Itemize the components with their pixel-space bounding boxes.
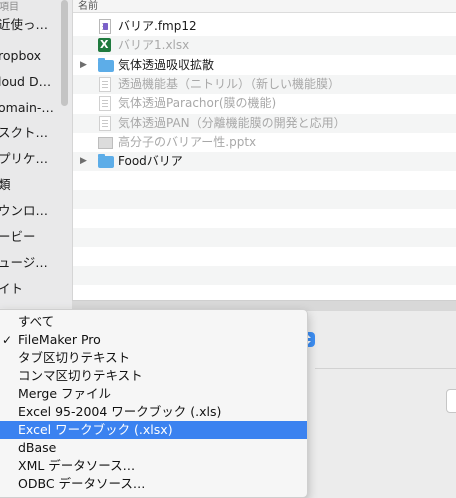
menu-item-all[interactable]: すべて bbox=[0, 313, 307, 331]
separator bbox=[315, 368, 456, 369]
file-type-dropdown-menu: すべて ✓ FileMaker Pro タブ区切りテキスト コンマ区切りテキスト… bbox=[0, 309, 308, 498]
menu-item-excel-xls[interactable]: Excel 95-2004 ワークブック (.xls) bbox=[0, 403, 307, 421]
file-row[interactable]: バリア.fmp12 bbox=[73, 17, 456, 36]
file-row[interactable]: 気体透過Parachor(膜の機能) bbox=[73, 94, 456, 113]
file-name: 気体透過Parachor(膜の機能) bbox=[118, 96, 277, 110]
menu-item-tab-separated[interactable]: タブ区切りテキスト bbox=[0, 349, 307, 367]
folder-icon bbox=[98, 154, 114, 168]
empty-row bbox=[73, 190, 456, 209]
menu-item-excel-xlsx[interactable]: Excel ワークブック (.xlsx) bbox=[0, 421, 307, 439]
sidebar-item-music[interactable]: ュージ… bbox=[0, 254, 48, 272]
document-icon bbox=[99, 96, 111, 111]
menu-item-xml-datasource[interactable]: XML データソース… bbox=[0, 457, 307, 475]
menu-item-label: dBase bbox=[18, 440, 57, 455]
menu-item-label: すべて bbox=[18, 314, 55, 329]
powerpoint-icon bbox=[98, 137, 113, 149]
empty-row bbox=[73, 171, 456, 190]
folder-row[interactable]: ▶ Foodバリア bbox=[73, 152, 456, 171]
partial-button[interactable] bbox=[446, 389, 456, 413]
sidebar-item-domain[interactable]: omain-… bbox=[0, 99, 54, 117]
document-icon bbox=[99, 77, 111, 92]
sidebar-header: 項目 bbox=[0, 2, 19, 13]
folder-row[interactable]: ▶ 気体透過吸収拡散 bbox=[73, 56, 456, 75]
menu-item-merge-file[interactable]: Merge ファイル bbox=[0, 385, 307, 403]
file-name: バリア1.xlsx bbox=[118, 38, 190, 52]
disclosure-triangle-icon[interactable]: ▶ bbox=[80, 156, 87, 166]
folder-icon bbox=[98, 58, 114, 72]
file-name: Foodバリア bbox=[118, 154, 183, 168]
column-header-label: 名前 bbox=[78, 1, 98, 12]
menu-item-odbc-datasource[interactable]: ODBC データソース… bbox=[0, 475, 307, 493]
file-name: 気体透過吸収拡散 bbox=[118, 58, 215, 72]
menu-item-comma-separated[interactable]: コンマ区切りテキスト bbox=[0, 367, 307, 385]
sidebar-item-applications[interactable]: プリケ… bbox=[0, 150, 48, 168]
menu-item-filemaker-pro[interactable]: ✓ FileMaker Pro bbox=[0, 331, 307, 349]
sidebar-item-documents[interactable]: 類 bbox=[0, 176, 11, 194]
file-row[interactable]: 気体透過PAN（分離機能膜の開発と応用） bbox=[73, 114, 456, 133]
menu-item-label: Merge ファイル bbox=[18, 386, 111, 401]
document-icon bbox=[99, 116, 111, 131]
empty-row bbox=[73, 228, 456, 247]
sidebar-scrollbar[interactable] bbox=[61, 0, 68, 106]
excel-icon bbox=[98, 38, 111, 52]
file-row[interactable]: 透過機能基（ニトリル）（新しい機能膜） bbox=[73, 75, 456, 94]
sidebar-item-dropbox[interactable]: ropbox bbox=[0, 47, 41, 65]
empty-row bbox=[73, 247, 456, 266]
empty-row bbox=[73, 285, 456, 300]
filemaker-doc-icon bbox=[99, 19, 111, 34]
file-name: 透過機能基（ニトリル）（新しい機能膜） bbox=[118, 77, 341, 91]
menu-item-label: タブ区切りテキスト bbox=[18, 350, 131, 365]
sidebar-item-movies[interactable]: ービー bbox=[0, 228, 36, 246]
file-row[interactable]: バリア1.xlsx bbox=[73, 36, 456, 55]
sidebar-item-sites[interactable]: イト bbox=[0, 280, 23, 298]
empty-row bbox=[73, 209, 456, 228]
sidebar-item-icloud-drive[interactable]: loud D… bbox=[0, 73, 51, 91]
file-row[interactable]: 高分子のバリアー性.pptx bbox=[73, 133, 456, 152]
sidebar-item-desktop[interactable]: スクト… bbox=[0, 124, 48, 142]
menu-item-dbase[interactable]: dBase bbox=[0, 439, 307, 457]
menu-item-label: ODBC データソース… bbox=[18, 476, 146, 491]
empty-row bbox=[73, 266, 456, 285]
file-name: 気体透過PAN（分離機能膜の開発と応用） bbox=[118, 116, 346, 130]
menu-item-label: Excel ワークブック (.xlsx) bbox=[18, 422, 173, 437]
disclosure-triangle-icon[interactable]: ▶ bbox=[80, 60, 87, 70]
file-name: バリア.fmp12 bbox=[118, 19, 197, 33]
column-header-name[interactable]: 名前 bbox=[73, 0, 456, 13]
menu-item-label: コンマ区切りテキスト bbox=[18, 368, 143, 383]
menu-item-label: XML データソース… bbox=[18, 458, 136, 473]
sidebar-item-recents[interactable]: 近使っ… bbox=[0, 16, 48, 34]
file-list: 名前 バリア.fmp12 バリア1.xlsx ▶ 気体透過吸収拡散 透過機能基（… bbox=[73, 0, 456, 300]
menu-item-label: FileMaker Pro bbox=[18, 332, 101, 347]
sidebar: 項目 近使っ… ropbox loud D… omain-… スクト… プリケ…… bbox=[0, 0, 73, 308]
file-name: 高分子のバリアー性.pptx bbox=[118, 135, 257, 149]
menu-item-label: Excel 95-2004 ワークブック (.xls) bbox=[18, 404, 222, 419]
sidebar-item-downloads[interactable]: ウンロ… bbox=[0, 202, 48, 220]
checkmark-icon: ✓ bbox=[2, 333, 13, 347]
